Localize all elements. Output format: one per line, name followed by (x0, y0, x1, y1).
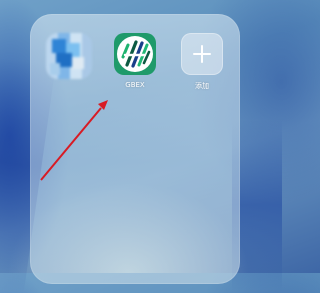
add-app-button[interactable]: 添加 (180, 33, 224, 91)
gbex-app[interactable]: GBEX (113, 33, 157, 89)
add-app-label: 添加 (195, 82, 209, 90)
plus-icon (181, 33, 223, 75)
blurred-app[interactable] (46, 33, 92, 85)
gbex-app-icon (114, 33, 156, 75)
blurred-app-icon (46, 33, 92, 79)
gbex-app-label: GBEX (125, 81, 145, 89)
